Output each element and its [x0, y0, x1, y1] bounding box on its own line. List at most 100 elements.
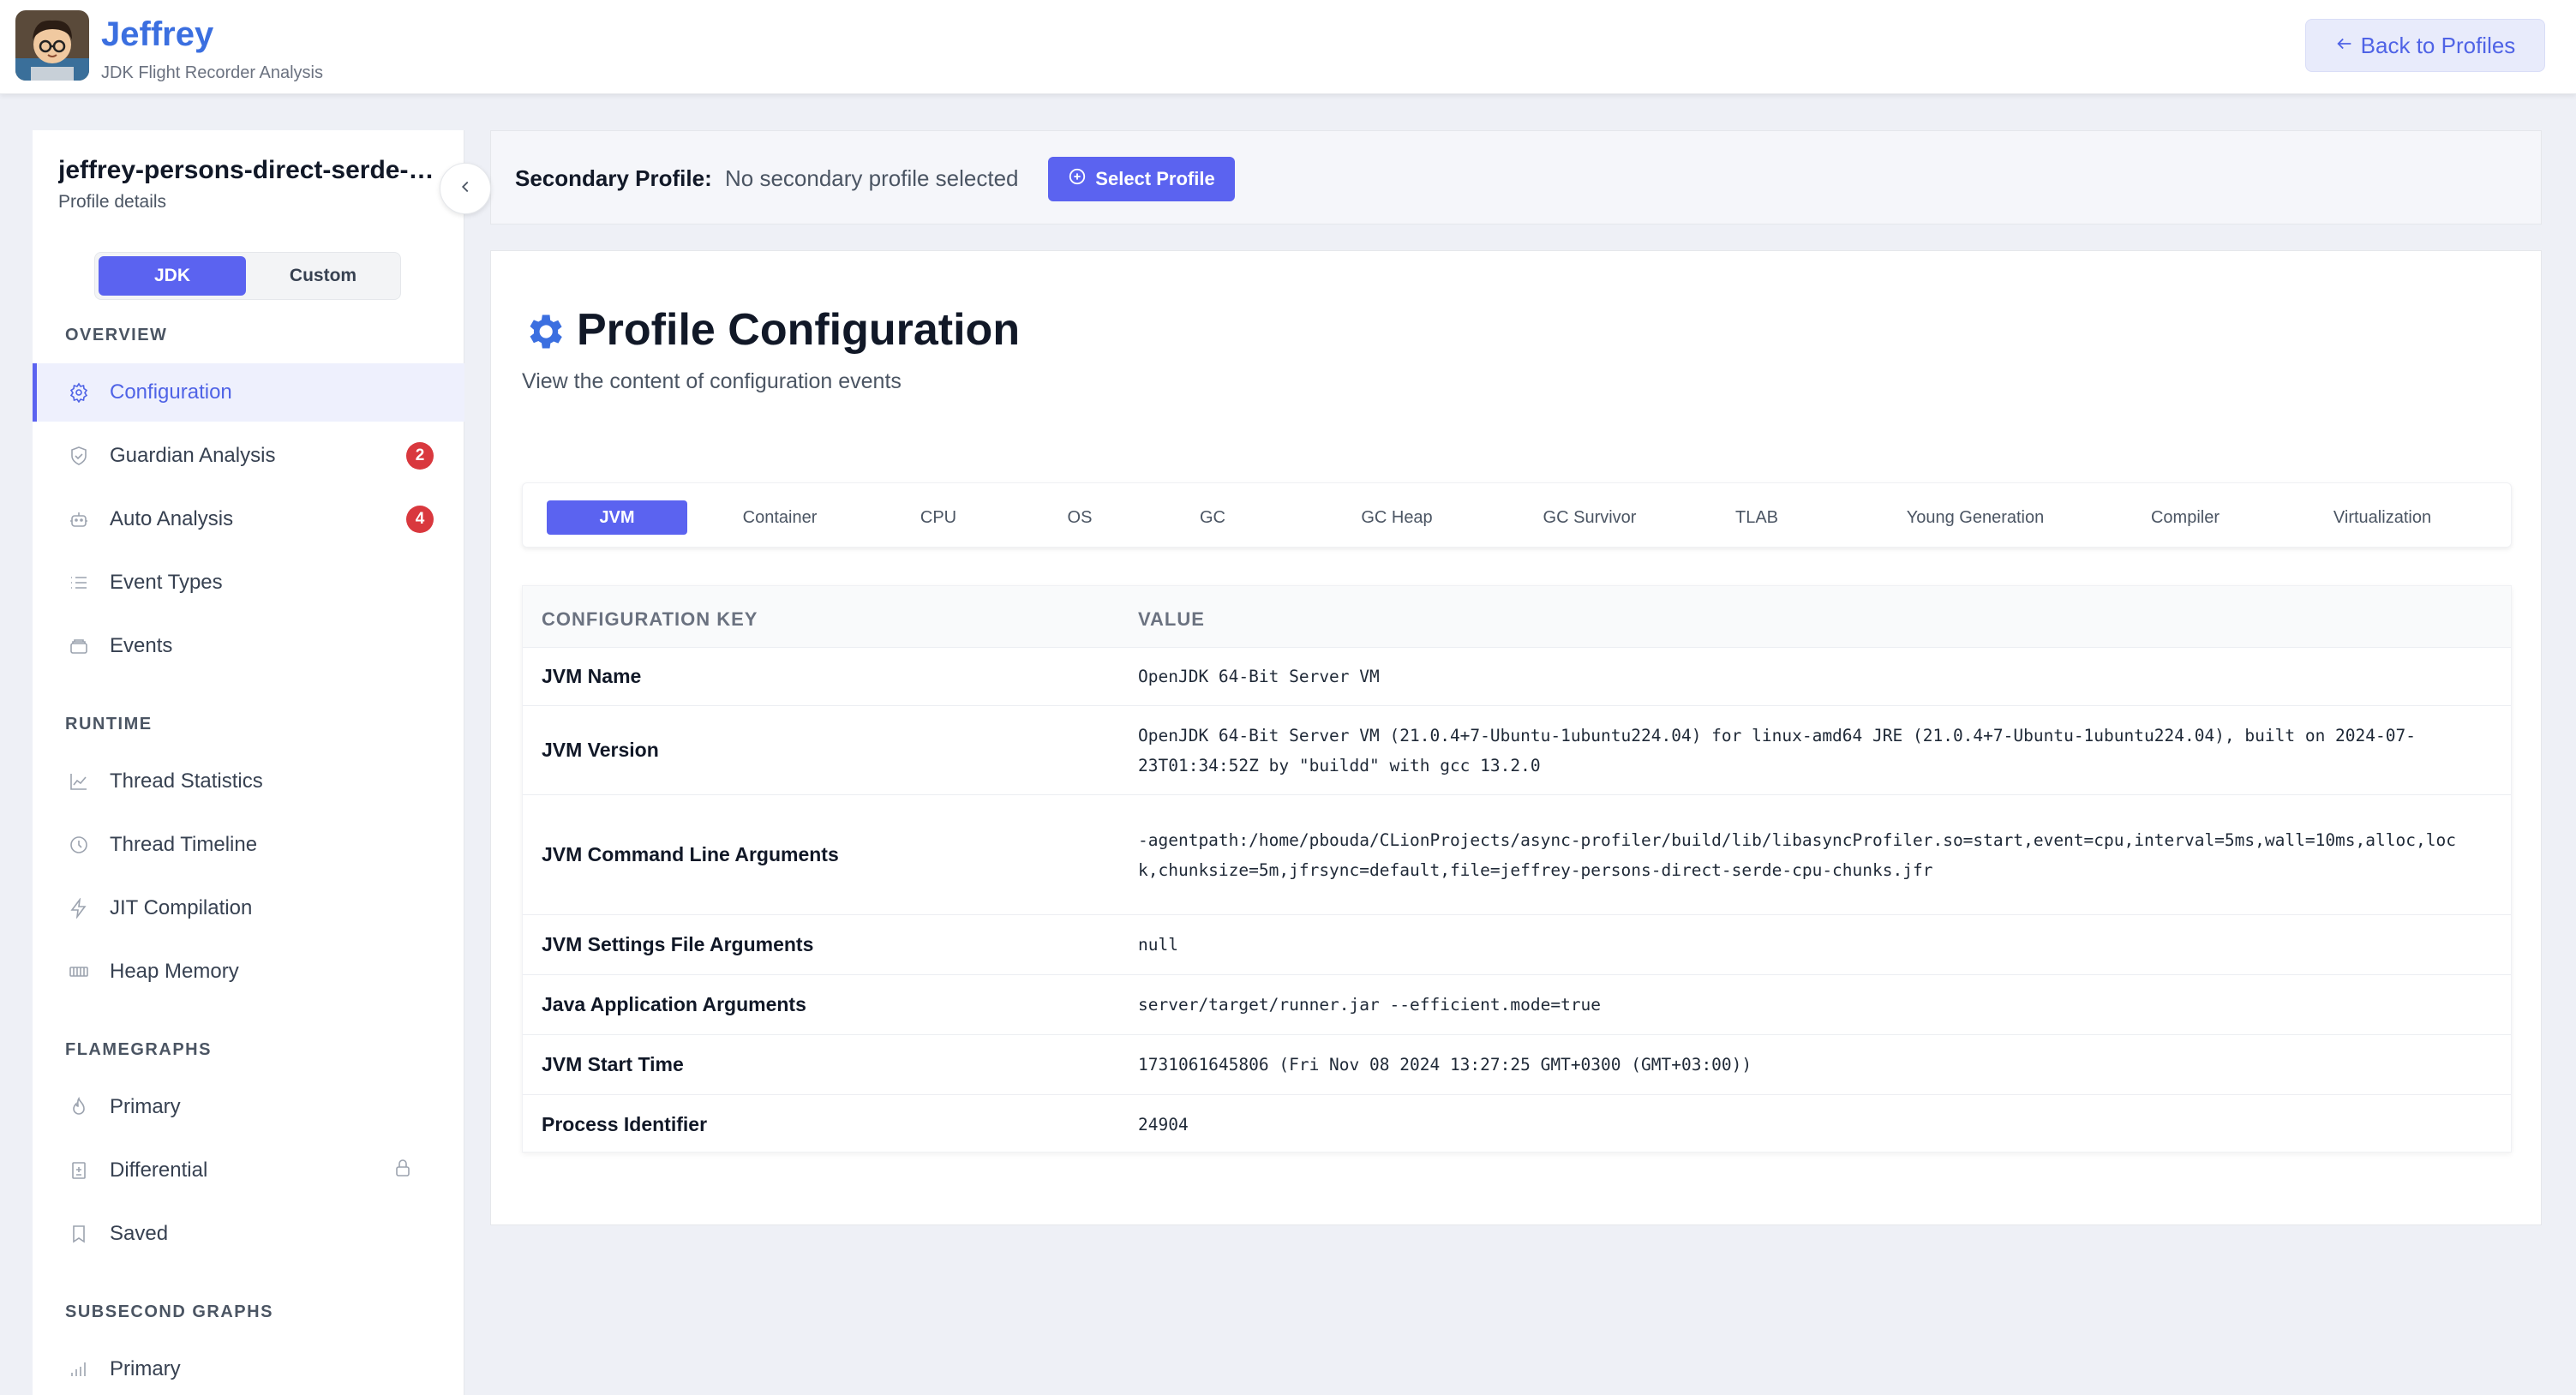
sidebar-item-event-types[interactable]: Event Types — [33, 554, 464, 612]
sidebar-item-configuration[interactable]: Configuration — [33, 363, 464, 422]
sidebar-item-label: JIT Compilation — [110, 896, 253, 919]
select-profile-button[interactable]: Select Profile — [1048, 157, 1235, 201]
column-header-value: VALUE — [1138, 608, 1205, 630]
config-value: server/target/runner.jar --efficient.mod… — [1138, 995, 1602, 1015]
configuration-card: Profile Configuration View the content o… — [490, 250, 2542, 1225]
config-value: OpenJDK 64-Bit Server VM (21.0.4+7-Ubunt… — [1138, 725, 2416, 775]
sidebar-item-label: Heap Memory — [110, 960, 239, 983]
sidebar-item-label: Differential — [110, 1159, 208, 1182]
sidebar: jeffrey-persons-direct-serde-cpu-chunks … — [33, 130, 464, 1395]
app-title: Jeffrey — [101, 15, 214, 53]
gear-icon — [522, 309, 566, 354]
section-overview: OVERVIEW — [65, 326, 168, 344]
back-to-profiles-button[interactable]: Back to Profiles — [2305, 19, 2545, 72]
sidebar-item-label: Thread Timeline — [110, 833, 258, 856]
sidebar-item-thread-statistics[interactable]: Thread Statistics — [33, 752, 464, 811]
source-toggle: JDK Custom — [94, 252, 401, 300]
robot-icon — [67, 507, 91, 531]
config-key: Process Identifier — [542, 1112, 708, 1135]
sidebar-item-label: Auto Analysis — [110, 507, 234, 530]
table-row: JVM Version OpenJDK 64-Bit Server VM (21… — [523, 706, 2511, 795]
app-subtitle: JDK Flight Recorder Analysis — [101, 63, 323, 82]
config-key: JVM Version — [542, 739, 659, 761]
tab-container[interactable]: Container — [711, 500, 848, 535]
list-icon — [67, 571, 91, 595]
select-profile-label: Select Profile — [1095, 168, 1215, 189]
sidebar-item-flamegraph-differential[interactable]: Differential — [33, 1141, 464, 1200]
config-tabs: JVM Container CPU OS GC GC Heap GC Survi… — [522, 482, 2512, 548]
table-row: JVM Settings File Arguments null — [523, 915, 2511, 975]
sidebar-item-events[interactable]: Events — [33, 617, 464, 675]
toggle-jdk[interactable]: JDK — [99, 256, 246, 296]
bookmark-icon — [67, 1222, 91, 1246]
flame-icon — [67, 1095, 91, 1119]
sidebar-item-label: Primary — [110, 1095, 181, 1118]
config-value: 1731061645806 (Fri Nov 08 2024 13:27:25 … — [1138, 1055, 1752, 1075]
table-header: CONFIGURATION KEY VALUE — [523, 586, 2511, 648]
profile-details-label: Profile details — [58, 192, 167, 212]
config-value: OpenJDK 64-Bit Server VM — [1138, 667, 1380, 686]
tab-jvm[interactable]: JVM — [547, 500, 687, 535]
sidebar-item-guardian-analysis[interactable]: Guardian Analysis 2 — [33, 427, 464, 485]
sidebar-item-jit-compilation[interactable]: JIT Compilation — [33, 879, 464, 937]
lightning-icon — [67, 896, 91, 920]
tab-gc[interactable]: GC — [1174, 500, 1251, 535]
toggle-custom[interactable]: Custom — [249, 256, 397, 296]
sidebar-item-flamegraph-saved[interactable]: Saved — [33, 1205, 464, 1263]
sidebar-item-label: Thread Statistics — [110, 769, 263, 793]
tab-compiler[interactable]: Compiler — [2125, 500, 2245, 535]
gear-icon — [67, 380, 91, 404]
back-button-label: Back to Profiles — [2360, 32, 2516, 58]
collapse-sidebar-button[interactable] — [440, 163, 491, 214]
stack-icon — [67, 634, 91, 658]
tab-gc-heap[interactable]: GC Heap — [1337, 500, 1457, 535]
page-title: Profile Configuration — [577, 305, 1021, 355]
sidebar-item-label: Primary — [110, 1357, 181, 1380]
section-subsecond-graphs: SUBSECOND GRAPHS — [65, 1302, 273, 1321]
config-value: 24904 — [1138, 1114, 1189, 1135]
sidebar-item-label: Saved — [110, 1222, 169, 1245]
tab-tlab[interactable]: TLAB — [1714, 500, 1800, 535]
sidebar-item-thread-timeline[interactable]: Thread Timeline — [33, 816, 464, 874]
bar-chart-icon — [67, 1357, 91, 1381]
secondary-profile-value: No secondary profile selected — [725, 165, 1019, 191]
sidebar-item-auto-analysis[interactable]: Auto Analysis 4 — [33, 490, 464, 548]
tab-cpu[interactable]: CPU — [900, 500, 977, 535]
config-key: Java Application Arguments — [542, 993, 806, 1015]
table-row: JVM Command Line Arguments -agentpath:/h… — [523, 795, 2511, 915]
config-value: null — [1138, 935, 1178, 955]
table-row: Java Application Arguments server/target… — [523, 975, 2511, 1035]
tab-virtualization[interactable]: Virtualization — [2297, 500, 2468, 535]
shield-icon — [67, 444, 91, 468]
memory-icon — [67, 960, 91, 984]
tab-os[interactable]: OS — [1045, 500, 1114, 535]
table-row: JVM Name OpenJDK 64-Bit Server VM — [523, 648, 2511, 706]
secondary-profile-bar: Secondary Profile: No secondary profile … — [490, 130, 2542, 225]
sidebar-item-subsecond-primary[interactable]: Primary — [33, 1340, 464, 1395]
tab-gc-survivor[interactable]: GC Survivor — [1508, 500, 1671, 535]
section-runtime: RUNTIME — [65, 715, 153, 733]
configuration-table: CONFIGURATION KEY VALUE JVM Name OpenJDK… — [522, 585, 2512, 1153]
config-key: JVM Settings File Arguments — [542, 933, 814, 955]
column-header-key: CONFIGURATION KEY — [542, 608, 758, 630]
table-row: JVM Start Time 1731061645806 (Fri Nov 08… — [523, 1035, 2511, 1095]
sidebar-item-flamegraph-primary[interactable]: Primary — [33, 1078, 464, 1136]
file-diff-icon — [67, 1159, 91, 1182]
guardian-count-badge: 2 — [406, 442, 434, 470]
sidebar-item-label: Configuration — [110, 380, 232, 404]
sidebar-item-label: Guardian Analysis — [110, 444, 276, 467]
sidebar-item-label: Event Types — [110, 571, 223, 594]
app-header: Jeffrey JDK Flight Recorder Analysis Bac… — [0, 0, 2576, 94]
config-key: JVM Command Line Arguments — [542, 843, 839, 865]
profile-name: jeffrey-persons-direct-serde-cpu-chunks — [58, 156, 435, 184]
table-row: Process Identifier 24904 — [523, 1095, 2511, 1153]
config-key: JVM Start Time — [542, 1053, 684, 1075]
secondary-profile-label: Secondary Profile: — [515, 165, 712, 191]
sidebar-item-heap-memory[interactable]: Heap Memory — [33, 943, 464, 1001]
config-key: JVM Name — [542, 665, 642, 687]
clock-icon — [67, 833, 91, 857]
section-flamegraphs: FLAMEGRAPHS — [65, 1040, 212, 1059]
page-subtitle: View the content of configuration events — [522, 369, 902, 393]
tab-young-generation[interactable]: Young Generation — [1860, 500, 2091, 535]
plus-circle-icon — [1068, 167, 1087, 191]
